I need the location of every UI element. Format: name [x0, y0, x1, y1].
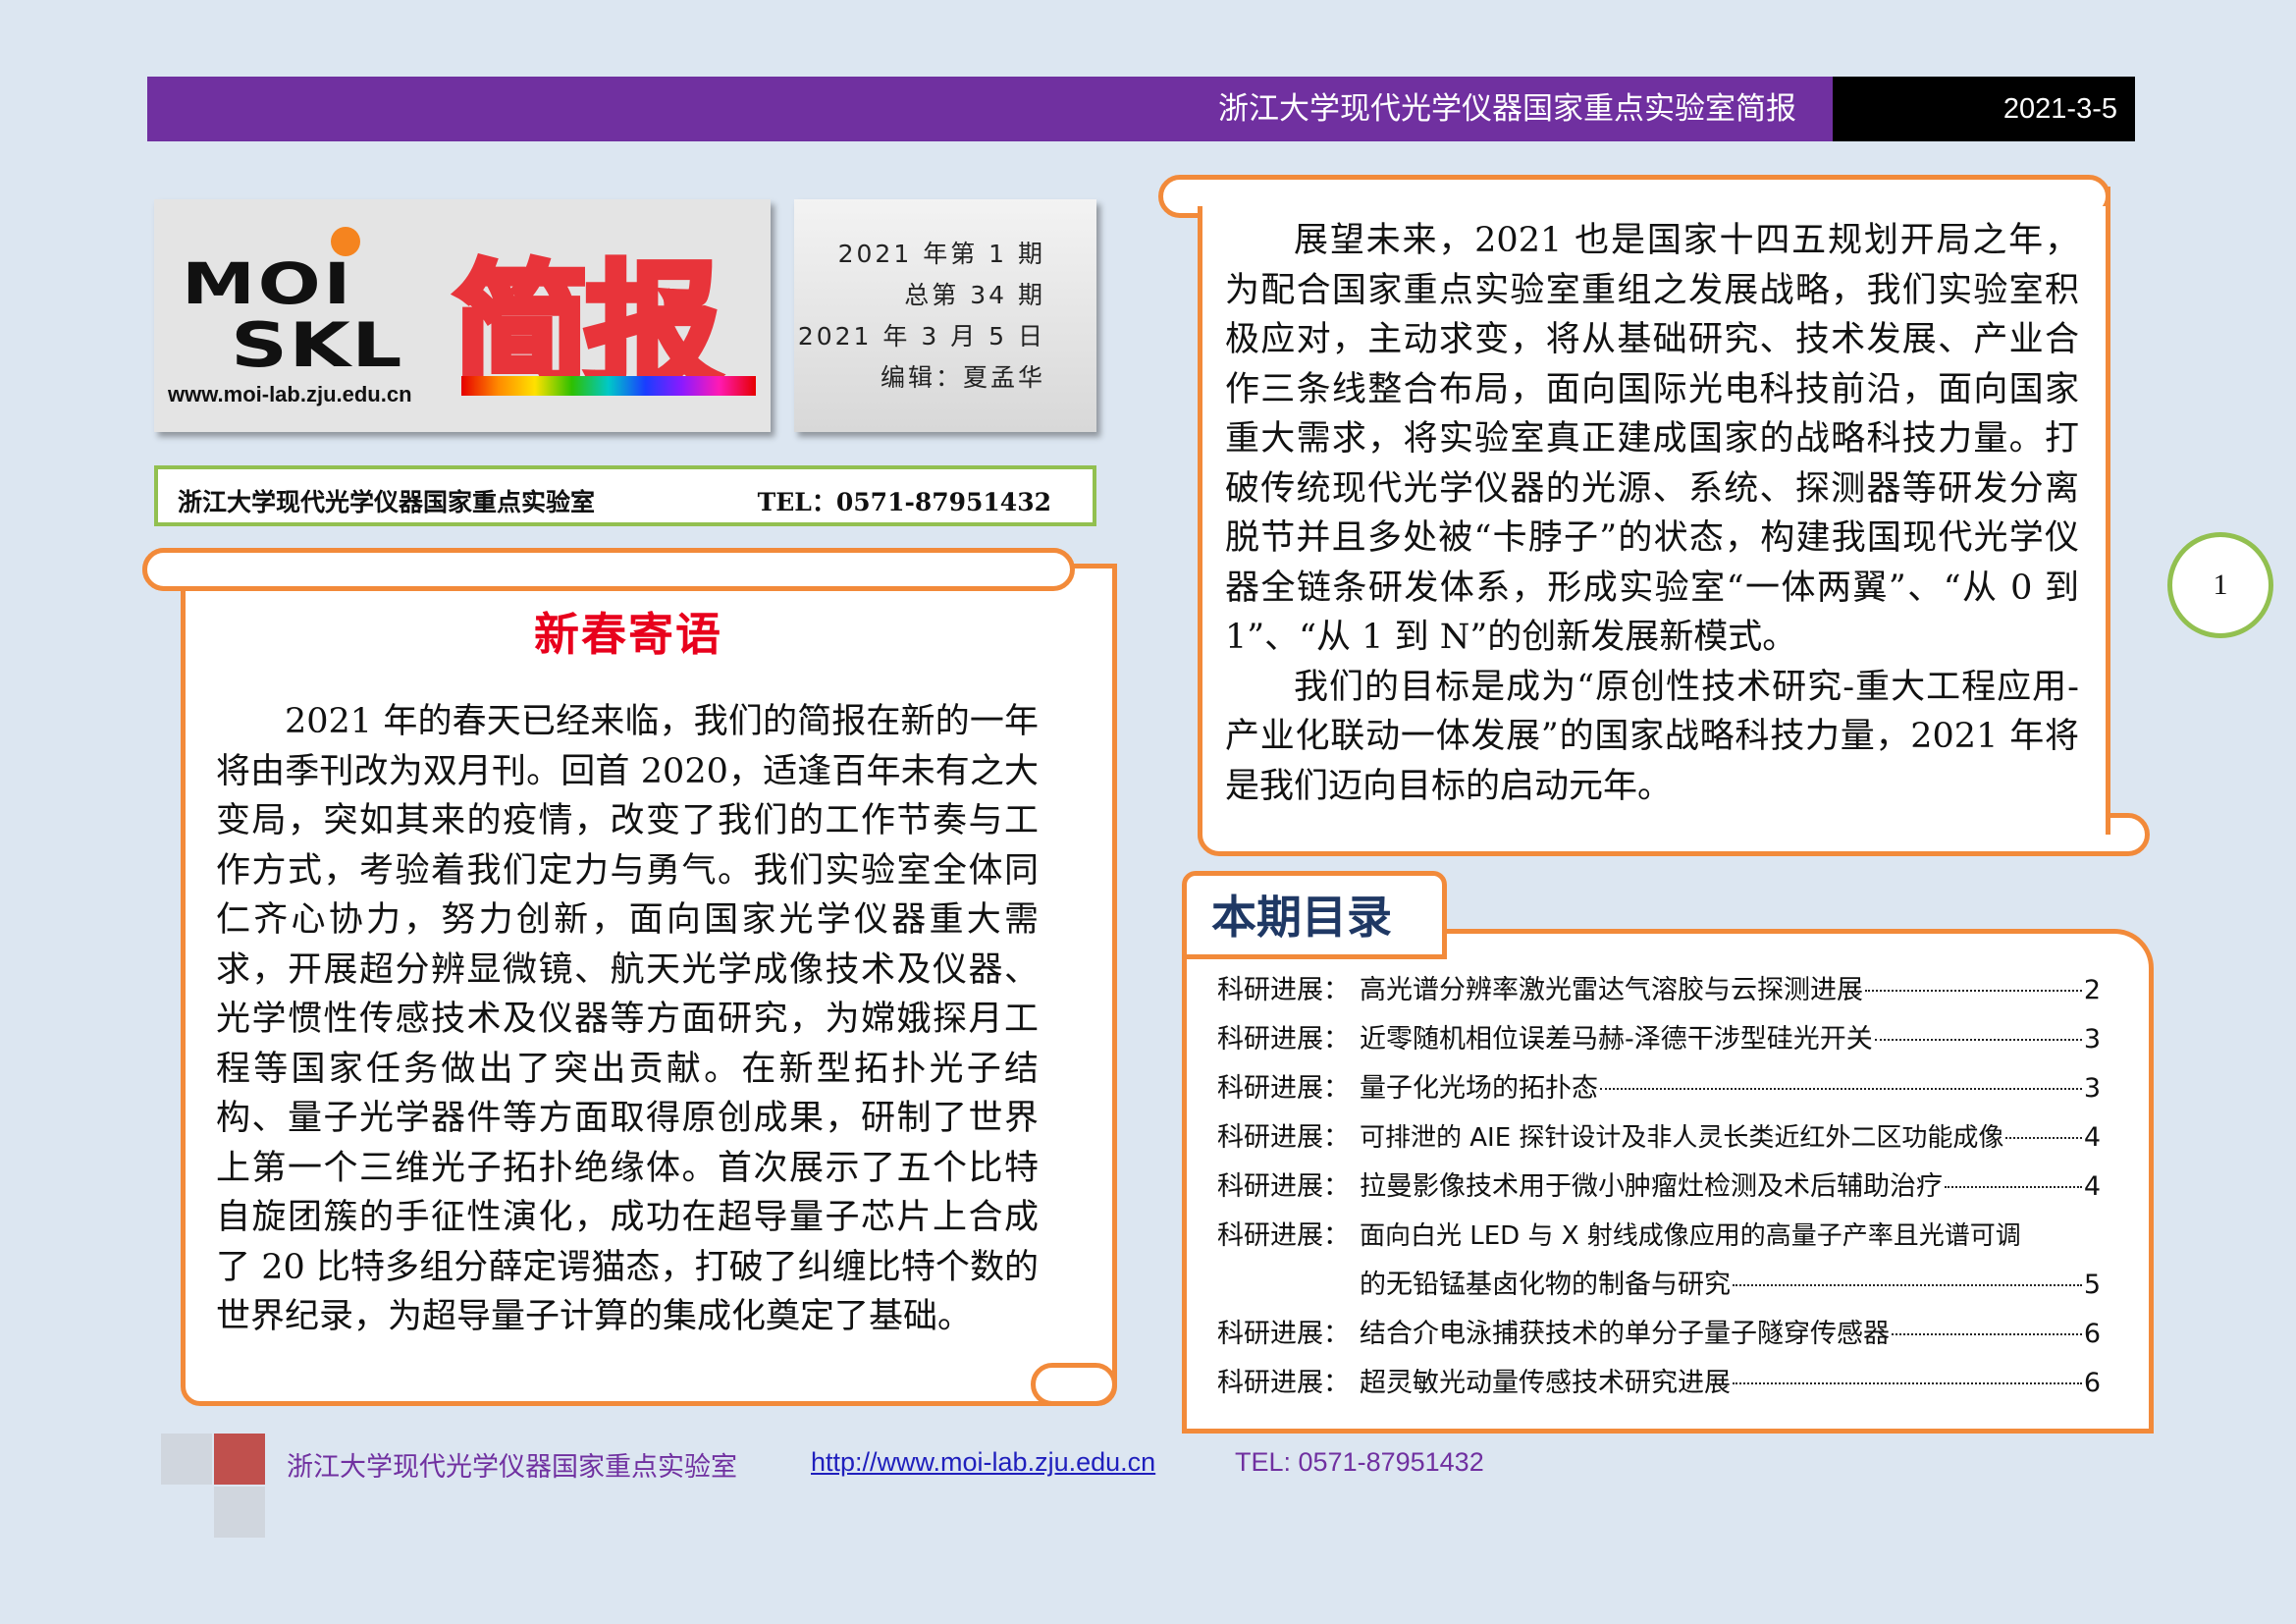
scroll-top-roll-front	[142, 548, 1075, 591]
greeting-title: 新春寄语	[534, 608, 722, 661]
issue-total: 总第 34 期	[904, 281, 1045, 309]
page-number: 1	[2167, 532, 2273, 638]
rainbow-stripe	[461, 376, 756, 396]
issue-date: 2021 年 3 月 5 日	[797, 322, 1045, 351]
footer-tel: TEL: 0571-87951432	[1235, 1447, 1484, 1477]
toc-item[interactable]: 科研进展： 结合介电泳捕获技术的单分子量子隧穿传感器 6	[1217, 1310, 2101, 1359]
toc-item-title: 可排泄的 AIE 探针设计及非人灵长类近红外二区功能成像	[1360, 1123, 2004, 1153]
toc-category: 科研进展：	[1217, 1220, 1350, 1251]
footer-lab-name: 浙江大学现代光学仪器国家重点实验室	[287, 1452, 737, 1483]
toc-leader	[1600, 1088, 2082, 1090]
toc-page: 6	[2083, 1319, 2101, 1349]
issue-editor: 编辑：夏孟华	[880, 363, 1045, 392]
footer-square	[161, 1434, 212, 1485]
toc-page: 5	[2083, 1270, 2101, 1300]
logo-skl: SKL	[231, 309, 403, 381]
toc-category: 科研进展：	[1217, 1368, 1350, 1398]
toc-page: 6	[2083, 1368, 2101, 1398]
logo-moi: MOI	[182, 250, 353, 317]
greeting-paragraph: 2021 年的春天已经来临，我们的简报在新的一年将由季刊改为双月刊。回首 202…	[216, 702, 1039, 1336]
toc-item[interactable]: 科研进展： 可排泄的 AIE 探针设计及非人灵长类近红外二区功能成像 4	[1217, 1113, 2101, 1163]
lab-info-bar: 浙江大学现代光学仪器国家重点实验室 TEL：0571-87951432	[154, 465, 1096, 526]
toc-leader	[1945, 1186, 2082, 1188]
footer-square	[214, 1487, 265, 1538]
toc-item-title: 量子化光场的拓扑态	[1360, 1073, 1598, 1104]
toc-leader	[1733, 1382, 2082, 1384]
footer-url-link[interactable]: http://www.moi-lab.zju.edu.cn	[811, 1447, 1155, 1478]
toc-category: 科研进展：	[1217, 975, 1350, 1005]
toc-category: 科研进展：	[1217, 1319, 1350, 1349]
toc-item-title: 超灵敏光动量传感技术研究进展	[1360, 1368, 1731, 1398]
toc-category: 科研进展：	[1217, 1122, 1350, 1153]
issue-info: 2021 年第 1 期 总第 34 期 2021 年 3 月 5 日 编辑：夏孟…	[794, 199, 1096, 432]
issue-number: 2021 年第 1 期	[837, 240, 1045, 268]
toc-item-title: 近零随机相位误差马赫-泽德干涉型硅光开关	[1360, 1024, 1873, 1055]
toc-leader	[1733, 1284, 2082, 1286]
lab-tel: TEL：0571-87951432	[757, 488, 1051, 516]
logo-url: www.moi-lab.zju.edu.cn	[168, 382, 412, 406]
lab-name: 浙江大学现代光学仪器国家重点实验室	[178, 488, 596, 516]
toc-leader	[1892, 1333, 2082, 1335]
greeting-body: 2021 年的春天已经来临，我们的简报在新的一年将由季刊改为双月刊。回首 202…	[216, 697, 1039, 1342]
header-date: 2021-3-5	[2002, 93, 2117, 125]
outlook-body: 展望未来，2021 也是国家十四五规划开局之年，为配合国家重点实验室重组之发展战…	[1225, 216, 2079, 811]
toc-leader	[1865, 990, 2082, 992]
toc-page: 4	[2083, 1171, 2101, 1202]
toc-item[interactable]: 科研进展： 超灵敏光动量传感技术研究进展 6	[1217, 1359, 2101, 1408]
toc-item-title: 拉曼影像技术用于微小肿瘤灶检测及术后辅助治疗	[1360, 1171, 1943, 1202]
scroll-bottom-curl	[1031, 1363, 1117, 1406]
masthead-logo: MOI SKL www.moi-lab.zju.edu.cn 简报	[154, 199, 771, 432]
header-title: 浙江大学现代光学仪器国家重点实验室简报	[1218, 91, 1796, 127]
toc-title: 本期目录	[1211, 891, 1392, 944]
toc-item-title: 面向白光 LED 与 X 射线成像应用的高量子产率且光谱可调	[1360, 1221, 2021, 1251]
toc-page: 2	[2083, 975, 2101, 1005]
footer-square-red	[214, 1434, 265, 1485]
toc-leader	[1874, 1039, 2082, 1041]
outlook-paragraph-1: 展望未来，2021 也是国家十四五规划开局之年，为配合国家重点实验室重组之发展战…	[1225, 221, 2079, 657]
toc-category: 科研进展：	[1217, 1073, 1350, 1104]
toc-item[interactable]: 科研进展： 量子化光场的拓扑态 3	[1217, 1064, 2101, 1113]
toc-item-title: 的无铅锰基卤化物的制备与研究	[1360, 1270, 1731, 1300]
toc-item[interactable]: 科研进展： 面向白光 LED 与 X 射线成像应用的高量子产率且光谱可调	[1217, 1212, 2101, 1261]
toc-item[interactable]: 科研进展： 近零随机相位误差马赫-泽德干涉型硅光开关 3	[1217, 1015, 2101, 1064]
outlook-paragraph-2: 我们的目标是成为“原创性技术研究-重大工程应用-产业化联动一体发展”的国家战略科…	[1225, 667, 2079, 806]
toc-page: 3	[2083, 1073, 2101, 1104]
toc-leader	[2005, 1137, 2082, 1139]
toc-item-title: 结合介电泳捕获技术的单分子量子隧穿传感器	[1360, 1319, 1890, 1349]
toc-item[interactable]: 科研进展： 拉曼影像技术用于微小肿瘤灶检测及术后辅助治疗 4	[1217, 1163, 2101, 1212]
toc-item[interactable]: 科研进展： 高光谱分辨率激光雷达气溶胶与云探测进展 2	[1217, 966, 2101, 1015]
logo-dot-icon	[331, 227, 360, 256]
toc-item-title: 高光谱分辨率激光雷达气溶胶与云探测进展	[1360, 975, 1863, 1005]
toc-category: 科研进展：	[1217, 1171, 1350, 1202]
toc-item[interactable]: 的无铅锰基卤化物的制备与研究 5	[1217, 1261, 2101, 1310]
toc-category: 科研进展：	[1217, 1024, 1350, 1055]
toc-page: 3	[2083, 1024, 2101, 1055]
toc-page: 4	[2083, 1122, 2101, 1153]
